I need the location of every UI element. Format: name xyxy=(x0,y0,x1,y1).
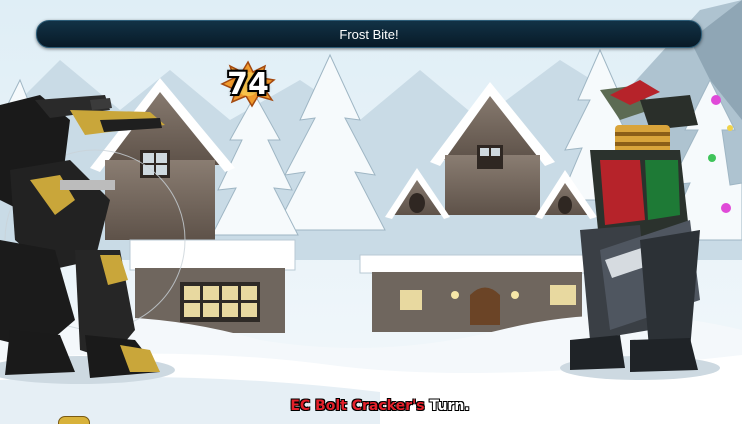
battle-message-text: Frost Bite! xyxy=(339,26,399,42)
ornament xyxy=(708,154,716,162)
ornament xyxy=(721,203,731,213)
ornament xyxy=(727,125,733,131)
battle-scene: Frost Bite! 74 EC Bolt Cracker's Turn. xyxy=(0,0,742,424)
gold-coin-icon[interactable] xyxy=(58,416,90,424)
damage-number: 74 xyxy=(227,66,269,102)
turn-indicator: EC Bolt Cracker's Turn. xyxy=(250,398,510,414)
damage-indicator: 74 xyxy=(220,60,276,108)
ornament xyxy=(711,95,721,105)
turn-character-name: EC Bolt Cracker's xyxy=(290,398,425,414)
turn-label: Turn. xyxy=(424,398,470,414)
battle-message-banner: Frost Bite! xyxy=(36,20,702,48)
battle-background xyxy=(0,0,742,424)
